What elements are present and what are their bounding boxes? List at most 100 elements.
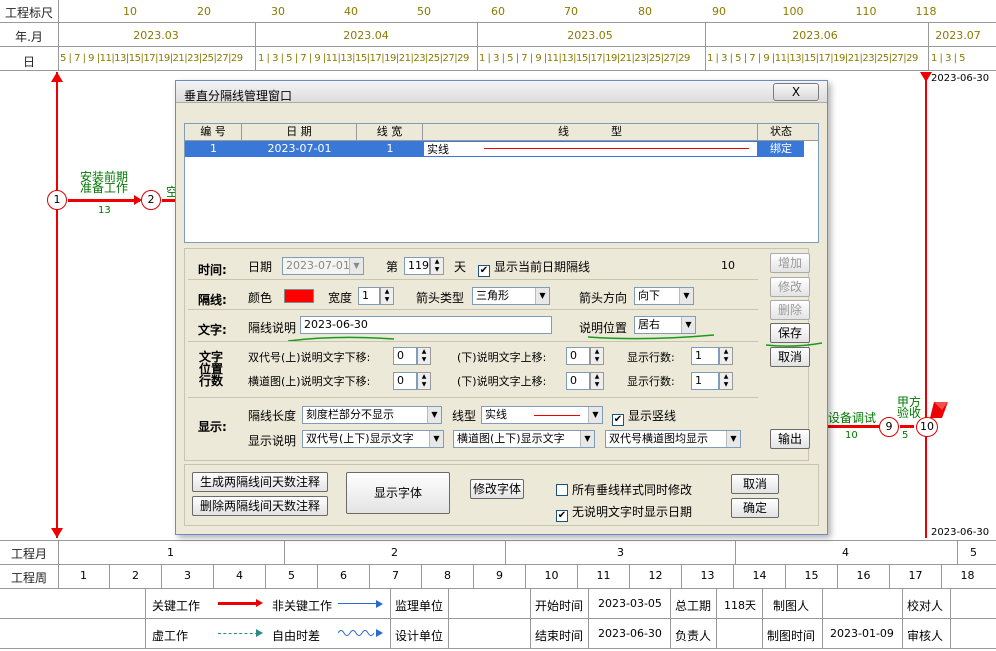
chevron-down-icon[interactable]: ▼	[726, 431, 740, 447]
row-status: 绑定	[770, 142, 792, 155]
date-picker[interactable]: 2023-07-01 ▼	[282, 257, 364, 275]
show-current-date-checkbox[interactable]: ✔ 显示当前日期隔线	[478, 258, 590, 277]
chevron-down-icon[interactable]: ▼	[580, 431, 594, 447]
legend-wavy-line-icon	[338, 629, 383, 637]
hor-rows-input[interactable]: 1	[691, 372, 719, 390]
hor-down-spinner[interactable]: ▲ ▼	[590, 372, 604, 390]
show-font-button[interactable]: 显示字体	[346, 472, 450, 514]
hor-up-input[interactable]: 0	[393, 372, 417, 390]
checkbox-unchecked-icon[interactable]	[556, 484, 568, 496]
month-label: 2023.07	[935, 29, 981, 42]
draw-time-label: 制图时间	[767, 629, 816, 643]
cancel-button[interactable]: 取消	[770, 347, 810, 367]
dbl-down-label: (下)说明文字上移:	[457, 351, 547, 364]
show-desc-select-3[interactable]: 双代号横道图均显示 ▼	[605, 430, 741, 448]
col-type[interactable]: 线 型	[423, 124, 758, 140]
delete-button[interactable]: 删除	[770, 300, 810, 320]
gen-note-button[interactable]: 生成两隔线间天数注释	[192, 472, 328, 492]
day-spinner[interactable]: ▲ ▼	[430, 257, 444, 275]
dialog-titlebar[interactable]: 垂直分隔线管理窗口 X	[176, 81, 827, 103]
hor-down-input[interactable]: 0	[566, 372, 590, 390]
project-week: 4	[214, 564, 266, 588]
ok-button[interactable]: 确定	[731, 498, 779, 518]
chevron-down-icon[interactable]: ▼	[427, 407, 441, 423]
day-input[interactable]: 119	[404, 257, 430, 275]
edit-font-button[interactable]: 修改字体	[470, 479, 524, 499]
hor-rows-spinner[interactable]: ▲ ▼	[719, 372, 733, 390]
hor-rows-label: 显示行数:	[627, 375, 675, 388]
arrow-type-select[interactable]: 三角形 ▼	[472, 287, 550, 305]
save-button[interactable]: 保存	[770, 323, 810, 343]
show-vline-label: 显示竖线	[628, 409, 677, 423]
chevron-down-icon[interactable]: ▼	[349, 258, 363, 274]
col-status[interactable]: 状态	[758, 124, 804, 140]
chevron-down-icon[interactable]: ▼	[535, 288, 549, 304]
checkbox-checked-icon[interactable]: ✔	[556, 510, 568, 522]
desc-input[interactable]: 2023-06-30	[300, 316, 552, 334]
month-label: 2023.06	[792, 29, 838, 42]
color-swatch[interactable]	[284, 289, 314, 303]
close-button[interactable]: X	[773, 83, 819, 101]
table-row[interactable]: 1 2023-07-01 1 实线 绑定	[185, 141, 804, 157]
chevron-down-icon[interactable]: ▼	[679, 288, 693, 304]
ltype-select[interactable]: 实线 ▼	[481, 406, 603, 424]
project-weeks: 1 2 3 4 5 6 7 8 9 10 11 12 13 14 15 16 1…	[58, 564, 993, 588]
supervisor-label: 监理单位	[395, 599, 444, 613]
row-width: 1	[386, 142, 394, 155]
legend-noncritical-arrow-icon	[376, 600, 383, 608]
node-10[interactable]: 10	[916, 417, 938, 437]
project-month: 4	[842, 546, 849, 559]
nodesc-date-checkbox[interactable]: ✔ 无说明文字时显示日期	[556, 503, 692, 522]
show-desc-select-2[interactable]: 横道图(上下)显示文字 ▼	[453, 430, 595, 448]
line-list[interactable]: 编 号 日 期 线 宽 线 型 状态 1 2023-07-01 1 实线 绑定	[184, 123, 819, 243]
chevron-down-icon[interactable]: ▼	[588, 407, 602, 423]
width-input[interactable]: 1	[358, 287, 380, 305]
legend-noncritical-label: 非关键工作	[272, 599, 333, 613]
node-1[interactable]: 1	[47, 190, 67, 210]
scale-tick: 100	[782, 5, 804, 18]
len-select[interactable]: 刻度栏部分不显示 ▼	[302, 406, 442, 424]
project-week: 12	[630, 564, 682, 588]
dbl-rows-input[interactable]: 1	[691, 347, 719, 365]
checkbox-checked-icon[interactable]: ✔	[478, 265, 490, 277]
cancel-bottom-button[interactable]: 取消	[731, 474, 779, 494]
dbl-up-input[interactable]: 0	[393, 347, 417, 365]
start-vertical-line	[56, 72, 58, 538]
col-width[interactable]: 线 宽	[357, 124, 423, 140]
node-2[interactable]: 2	[141, 190, 161, 210]
scale-tick: 30	[271, 5, 285, 18]
del-note-button[interactable]: 删除两隔线间天数注释	[192, 496, 328, 516]
dbl-down-input[interactable]: 0	[566, 347, 590, 365]
dbl-up-spinner[interactable]: ▲ ▼	[417, 347, 431, 365]
show-desc-select-1[interactable]: 双代号(上下)显示文字 ▼	[302, 430, 444, 448]
col-date[interactable]: 日 期	[242, 124, 357, 140]
end-vertical-line	[925, 72, 927, 538]
month-label: 2023.05	[567, 29, 613, 42]
month-label: 2023.04	[343, 29, 389, 42]
line-section-label: 隔线:	[198, 293, 227, 307]
text-section-label: 文字:	[198, 323, 227, 337]
day-labels-mar: 5 | 7 | 9 |11|13|15|17|19|21|23|25|27|29	[60, 53, 243, 64]
project-week: 11	[578, 564, 630, 588]
duration-value: 118天	[724, 599, 756, 612]
add-button[interactable]: 增加	[770, 253, 810, 273]
show-desc-label: 显示说明	[248, 434, 297, 448]
edit-button[interactable]: 修改	[770, 277, 810, 297]
dbl-up-label: 双代号(上)说明文字下移:	[248, 351, 371, 364]
hor-up-spinner[interactable]: ▲ ▼	[417, 372, 431, 390]
all-styles-checkbox[interactable]: 所有垂线样式同时修改	[556, 481, 692, 498]
output-button[interactable]: 输出	[770, 429, 810, 449]
project-month: 2	[391, 546, 398, 559]
col-id[interactable]: 编 号	[185, 124, 242, 140]
dbl-rows-spinner[interactable]: ▲ ▼	[719, 347, 733, 365]
arrow-dir-select[interactable]: 向下 ▼	[634, 287, 694, 305]
width-spinner[interactable]: ▲ ▼	[380, 287, 394, 305]
show-vline-checkbox[interactable]: ✔ 显示竖线	[612, 407, 676, 426]
node-9[interactable]: 9	[879, 417, 899, 437]
project-month: 1	[167, 546, 174, 559]
chevron-down-icon[interactable]: ▼	[429, 431, 443, 447]
dbl-down-spinner[interactable]: ▲ ▼	[590, 347, 604, 365]
checkbox-checked-icon[interactable]: ✔	[612, 414, 624, 426]
scale-tick: 110	[855, 5, 877, 18]
project-week: 10	[526, 564, 578, 588]
